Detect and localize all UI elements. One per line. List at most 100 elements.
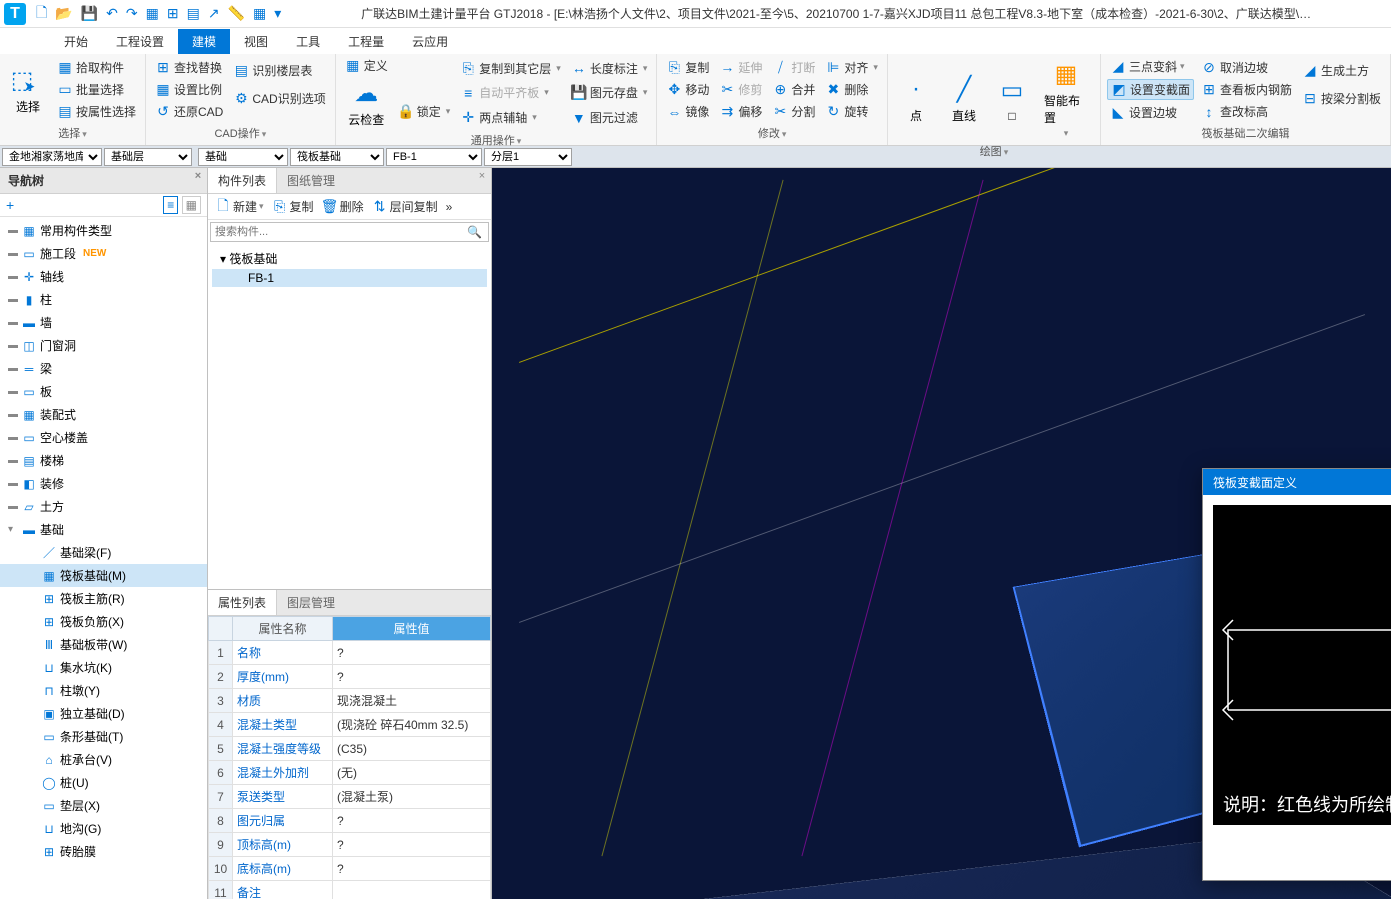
qat-open-icon[interactable]: 📂 [51, 3, 76, 24]
tab-component-list[interactable]: 构件列表 [208, 168, 277, 193]
copy-other-floor-button[interactable]: ⎘复制到其它层 [457, 59, 564, 78]
qat-redo-icon[interactable]: ↷ [122, 3, 142, 24]
property-row[interactable]: 1名称? [209, 641, 491, 665]
qat-save-icon[interactable]: 💾 [77, 3, 102, 24]
property-row[interactable]: 7泵送类型(混凝土泵) [209, 785, 491, 809]
tree-item[interactable]: ▬═梁 [0, 357, 207, 380]
qat-ruler-icon[interactable]: 📏 [224, 3, 249, 24]
filter-component[interactable]: FB-1 [386, 148, 482, 166]
tree-subitem[interactable]: ▦筏板基础(M) [0, 564, 207, 587]
rotate-button[interactable]: ↻旋转 [822, 102, 881, 121]
rect-button[interactable]: ▭□ [990, 56, 1034, 141]
offset-button[interactable]: ⇉偏移 [716, 102, 765, 121]
filter-layer[interactable]: 分层1 [484, 148, 572, 166]
tree-subitem[interactable]: ▭条形基础(T) [0, 725, 207, 748]
nav-view-list-icon[interactable]: ≡ [163, 196, 178, 214]
tree-item[interactable]: ▾▬基础 [0, 518, 207, 541]
group-draw-label[interactable]: 绘图 [894, 141, 1094, 161]
tree-subitem[interactable]: ⊓柱墩(Y) [0, 679, 207, 702]
qat-tool2-icon[interactable]: ⊞ [163, 3, 183, 24]
restore-cad-button[interactable]: ↺还原CAD [152, 102, 226, 121]
qat-dropdown-icon[interactable]: ▾ [270, 3, 285, 24]
qat-tool1-icon[interactable]: ▦ [142, 3, 163, 24]
property-row[interactable]: 11备注 [209, 881, 491, 899]
length-dim-button[interactable]: ↔长度标注 [568, 59, 651, 78]
comp-close-icon[interactable]: × [475, 170, 489, 184]
set-edge-slope-button[interactable]: ◣设置边坡 [1107, 103, 1194, 122]
break-button[interactable]: ⧸打断 [769, 58, 818, 77]
split-by-beam-button[interactable]: ⊟按梁分割板 [1299, 89, 1384, 108]
batch-select-button[interactable]: ▭批量选择 [54, 80, 139, 99]
save-element-button[interactable]: 💾图元存盘 [568, 83, 651, 102]
tree-subitem[interactable]: ▣独立基础(D) [0, 702, 207, 725]
qat-undo-icon[interactable]: ↶ [102, 3, 122, 24]
extend-button[interactable]: →延伸 [716, 58, 765, 77]
comp-tree-fb1[interactable]: FB-1 [212, 269, 487, 287]
group-modify-label[interactable]: 修改 [663, 123, 881, 143]
filter-type[interactable]: 筏板基础 [290, 148, 384, 166]
tree-item[interactable]: ▬✛轴线 [0, 265, 207, 288]
mirror-button[interactable]: ⇔镜像 [663, 102, 712, 121]
comp-new-button[interactable]: 🗋新建▾ [212, 197, 267, 216]
tab-layer-mgmt[interactable]: 图层管理 [277, 590, 345, 615]
tree-subitem[interactable]: ◯桩(U) [0, 771, 207, 794]
search-icon[interactable]: 🔍 [461, 223, 488, 241]
filter-category[interactable]: 基础 [198, 148, 288, 166]
property-row[interactable]: 10底标高(m)? [209, 857, 491, 881]
cancel-slope-button[interactable]: ⊘取消边坡 [1198, 58, 1295, 77]
menu-project-settings[interactable]: 工程设置 [102, 29, 178, 54]
tree-subitem[interactable]: Ⅲ基础板带(W) [0, 633, 207, 656]
cloud-check-button[interactable]: ☁云检查 [342, 75, 391, 130]
three-point-slope-button[interactable]: ◢三点变斜▾ [1107, 57, 1194, 76]
filter-floor[interactable]: 基础层 [104, 148, 192, 166]
select-button[interactable]: ⬚➤ 选择 [6, 56, 50, 123]
tree-item[interactable]: ▬▦常用构件类型 [0, 219, 207, 242]
search-input[interactable] [211, 223, 461, 241]
menu-modeling[interactable]: 建模 [178, 29, 230, 54]
comp-tree-root[interactable]: ▾ 筏板基础 [212, 248, 487, 269]
find-replace-button[interactable]: ⊞查找替换 [152, 58, 226, 77]
smart-layout-button[interactable]: ▦智能布置▾ [1038, 56, 1094, 141]
menu-quantity[interactable]: 工程量 [334, 29, 398, 54]
filter-project[interactable]: 金地湘家荡地库 [2, 148, 102, 166]
select-by-prop-button[interactable]: ▤按属性选择 [54, 102, 139, 121]
tree-item[interactable]: ▬▬墙 [0, 311, 207, 334]
check-elevation-button[interactable]: ↕查改标高 [1198, 102, 1295, 121]
viewport-3d[interactable]: 筏板变截面定义 × [492, 168, 1391, 899]
qat-tool3-icon[interactable]: ▤ [183, 3, 204, 24]
nav-close-icon[interactable]: × [191, 170, 205, 184]
qat-new-icon[interactable]: 🗋 [32, 0, 51, 28]
two-point-axis-button[interactable]: ✛两点辅轴 [457, 108, 564, 127]
menu-cloud[interactable]: 云应用 [398, 29, 462, 54]
tree-subitem[interactable]: ／基础梁(F) [0, 541, 207, 564]
tree-subitem[interactable]: ⊔集水坑(K) [0, 656, 207, 679]
identify-floor-button[interactable]: ▤识别楼层表 [230, 61, 328, 80]
nav-tree[interactable]: ▬▦常用构件类型▬▭施工段NEW▬✛轴线▬▮柱▬▬墙▬◫门窗洞▬═梁▬▭板▬▦装… [0, 217, 207, 899]
merge-button[interactable]: ⊕合并 [769, 80, 818, 99]
qat-tool5-icon[interactable]: ▦ [249, 3, 270, 24]
property-row[interactable]: 2厚度(mm)? [209, 665, 491, 689]
qat-tool4-icon[interactable]: ↗ [204, 3, 224, 24]
tree-subitem[interactable]: ⊞筏板主筋(R) [0, 587, 207, 610]
point-button[interactable]: ·点 [894, 56, 938, 141]
tab-properties[interactable]: 属性列表 [208, 590, 277, 615]
tree-subitem[interactable]: ▭垫层(X) [0, 794, 207, 817]
copy-button[interactable]: ⎘复制 [663, 58, 712, 77]
group-select-label[interactable]: 选择 [6, 123, 139, 143]
tree-subitem[interactable]: ⊔地沟(G) [0, 817, 207, 840]
tree-item[interactable]: ▬◧装修 [0, 472, 207, 495]
tree-item[interactable]: ▬▭施工段NEW [0, 242, 207, 265]
tree-item[interactable]: ▬▭板 [0, 380, 207, 403]
menu-view[interactable]: 视图 [230, 29, 282, 54]
tree-item[interactable]: ▬▭空心楼盖 [0, 426, 207, 449]
group-cad-label[interactable]: CAD操作 [152, 123, 329, 143]
set-var-section-button[interactable]: ◩设置变截面 [1107, 79, 1194, 100]
tree-item[interactable]: ▬▱土方 [0, 495, 207, 518]
trim-button[interactable]: ✂修剪 [716, 80, 765, 99]
line-button[interactable]: ╱直线 [942, 56, 986, 141]
align-button[interactable]: ⊫对齐 [822, 58, 881, 77]
property-row[interactable]: 5混凝土强度等级(C35) [209, 737, 491, 761]
tree-item[interactable]: ▬▦装配式 [0, 403, 207, 426]
tree-subitem[interactable]: ⊞筏板负筋(X) [0, 610, 207, 633]
comp-more-button[interactable]: » [443, 197, 456, 216]
